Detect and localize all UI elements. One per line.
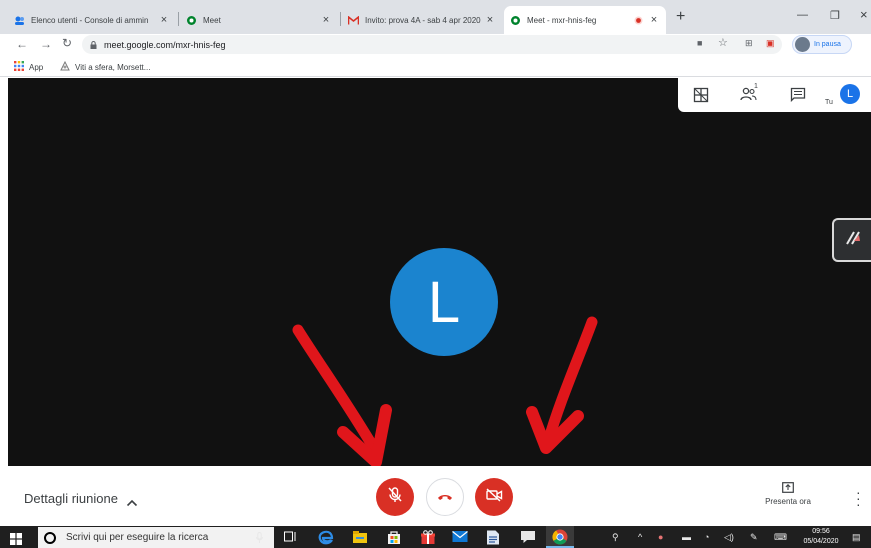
tab-separator: [340, 12, 341, 26]
browser-toolbar: ← → ↻ meet.google.com/mxr-hnis-feg ■ ☆ ⊞…: [0, 34, 871, 56]
document-app-icon[interactable]: [486, 530, 502, 545]
self-avatar[interactable]: L: [840, 84, 860, 104]
camera-toggle-button[interactable]: [475, 478, 513, 516]
bookmark-label: Viti a sfera, Morsett...: [75, 62, 151, 72]
tab-title: Invito: prova 4A - sab 4 apr 2020: [365, 15, 481, 25]
back-button[interactable]: ←: [16, 37, 28, 51]
present-now-button[interactable]: Presenta ora: [758, 482, 818, 506]
meeting-details-button[interactable]: Dettagli riunione: [24, 491, 138, 506]
windows-start-icon[interactable]: [10, 532, 22, 545]
profile-status-text: In pausa: [814, 41, 841, 48]
annotation-pen-tool[interactable]: [832, 218, 871, 262]
tab-title: Meet - mxr-hnis-feg: [527, 15, 597, 25]
tab-separator: [178, 12, 179, 26]
wifi-icon[interactable]: ◔: [704, 532, 709, 542]
close-tab-icon[interactable]: ×: [320, 14, 332, 26]
mail-icon[interactable]: [452, 530, 468, 545]
close-window-button[interactable]: ×: [860, 7, 868, 22]
leave-call-button[interactable]: [426, 478, 464, 516]
bookmark-star-icon[interactable]: ☆: [718, 36, 728, 49]
tab-gmail-invito[interactable]: Invito: prova 4A - sab 4 apr 2020 ×: [342, 6, 502, 34]
edge-icon[interactable]: [318, 530, 334, 545]
camera-in-use-icon[interactable]: ■: [697, 38, 702, 48]
tab-meet[interactable]: Meet ×: [180, 6, 338, 34]
extensions-icon[interactable]: ⊞: [745, 38, 753, 49]
volume-icon[interactable]: ◁): [724, 532, 734, 543]
close-tab-icon[interactable]: ×: [484, 14, 496, 26]
hang-up-icon: [437, 488, 453, 506]
present-screen-icon: [782, 482, 794, 493]
url-text: meet.google.com/mxr-hnis-feg: [104, 39, 226, 50]
address-bar[interactable]: meet.google.com/mxr-hnis-feg: [82, 35, 782, 54]
bookmark-viti-a-sfera[interactable]: Viti a sfera, Morsett...: [60, 60, 151, 73]
show-hidden-icons-chevron-icon[interactable]: ^: [638, 532, 642, 542]
tab-meet-active[interactable]: Meet - mxr-hnis-feg ×: [504, 6, 666, 34]
tray-app-icon[interactable]: ●: [658, 532, 663, 542]
people-icon[interactable]: ⚲: [612, 532, 619, 543]
restore-button[interactable]: ❐: [830, 9, 840, 22]
gmail-icon: [348, 15, 359, 26]
participants-count-badge: 1: [754, 83, 758, 90]
screen: Elenco utenti - Console di ammin × Meet …: [0, 0, 871, 548]
browser-tab-strip: Elenco utenti - Console di ammin × Meet …: [0, 0, 871, 34]
lock-icon: [90, 40, 97, 49]
taskbar-clock[interactable]: 09:56 05/04/2020: [798, 527, 844, 547]
admin-console-icon: [14, 15, 25, 26]
battery-icon[interactable]: ▬: [682, 532, 691, 542]
windows-taskbar: Scrivi qui per eseguire la ricerca ⚲ ^ ●…: [0, 526, 871, 548]
chevron-up-icon: [126, 495, 138, 506]
task-view-icon[interactable]: [284, 530, 300, 545]
self-label: Tu: [825, 99, 833, 106]
notifications-icon[interactable]: ▤: [852, 532, 861, 543]
gift-app-icon[interactable]: [420, 530, 436, 545]
file-explorer-icon[interactable]: [352, 530, 368, 545]
bookmark-label: App: [29, 62, 44, 72]
meet-bottom-bar: Dettagli riunione Presenta ora · · ·: [0, 466, 871, 526]
bookmarks-bar: App Viti a sfera, Morsett...: [0, 56, 871, 77]
chat-icon[interactable]: [790, 87, 806, 103]
clock-time: 09:56: [812, 528, 830, 535]
reload-button[interactable]: ↻: [62, 36, 72, 50]
chrome-icon: [552, 529, 568, 548]
pen-icon: [844, 230, 862, 251]
search-mic-icon[interactable]: [256, 531, 264, 546]
tab-title: Elenco utenti - Console di ammin: [31, 15, 149, 25]
microphone-toggle-button[interactable]: [376, 478, 414, 516]
meeting-details-label: Dettagli riunione: [24, 491, 118, 506]
present-now-label: Presenta ora: [765, 497, 811, 506]
extension-red-icon[interactable]: ▣: [766, 38, 775, 49]
layout-tiles-icon[interactable]: [693, 87, 709, 103]
feedback-icon[interactable]: [520, 530, 536, 545]
cortana-icon: [44, 531, 56, 544]
tab-elenco-utenti[interactable]: Elenco utenti - Console di ammin ×: [8, 6, 176, 34]
bookmark-favicon-icon: [60, 60, 70, 73]
recording-dot-icon: [633, 15, 644, 26]
taskbar-search-placeholder: Scrivi qui per eseguire la ricerca: [66, 532, 209, 543]
close-tab-icon[interactable]: ×: [158, 14, 170, 26]
tab-title: Meet: [203, 15, 221, 25]
camera-off-icon: [485, 487, 503, 507]
more-options-icon[interactable]: · · ·: [856, 485, 861, 511]
close-tab-icon[interactable]: ×: [648, 14, 660, 26]
apps-grid-icon: [14, 61, 24, 73]
profile-paused-button[interactable]: In pausa: [792, 35, 852, 54]
taskbar-search-box[interactable]: Scrivi qui per eseguire la ricerca: [38, 527, 274, 548]
bookmark-apps[interactable]: App: [14, 61, 43, 73]
minimize-button[interactable]: —: [797, 9, 808, 21]
new-tab-button[interactable]: +: [676, 9, 685, 25]
chrome-taskbar-button[interactable]: [546, 526, 574, 548]
pen-workspace-icon[interactable]: ✎: [750, 532, 758, 543]
clock-date: 05/04/2020: [803, 538, 839, 545]
profile-avatar: [795, 37, 810, 52]
meet-logo-icon: [186, 15, 197, 26]
participant-avatar: L: [390, 248, 498, 356]
touch-keyboard-icon[interactable]: ⌨: [774, 532, 787, 543]
meet-logo-icon: [510, 15, 521, 26]
forward-button[interactable]: →: [40, 37, 52, 51]
microphone-off-icon: [388, 486, 402, 508]
store-icon[interactable]: [386, 530, 402, 545]
